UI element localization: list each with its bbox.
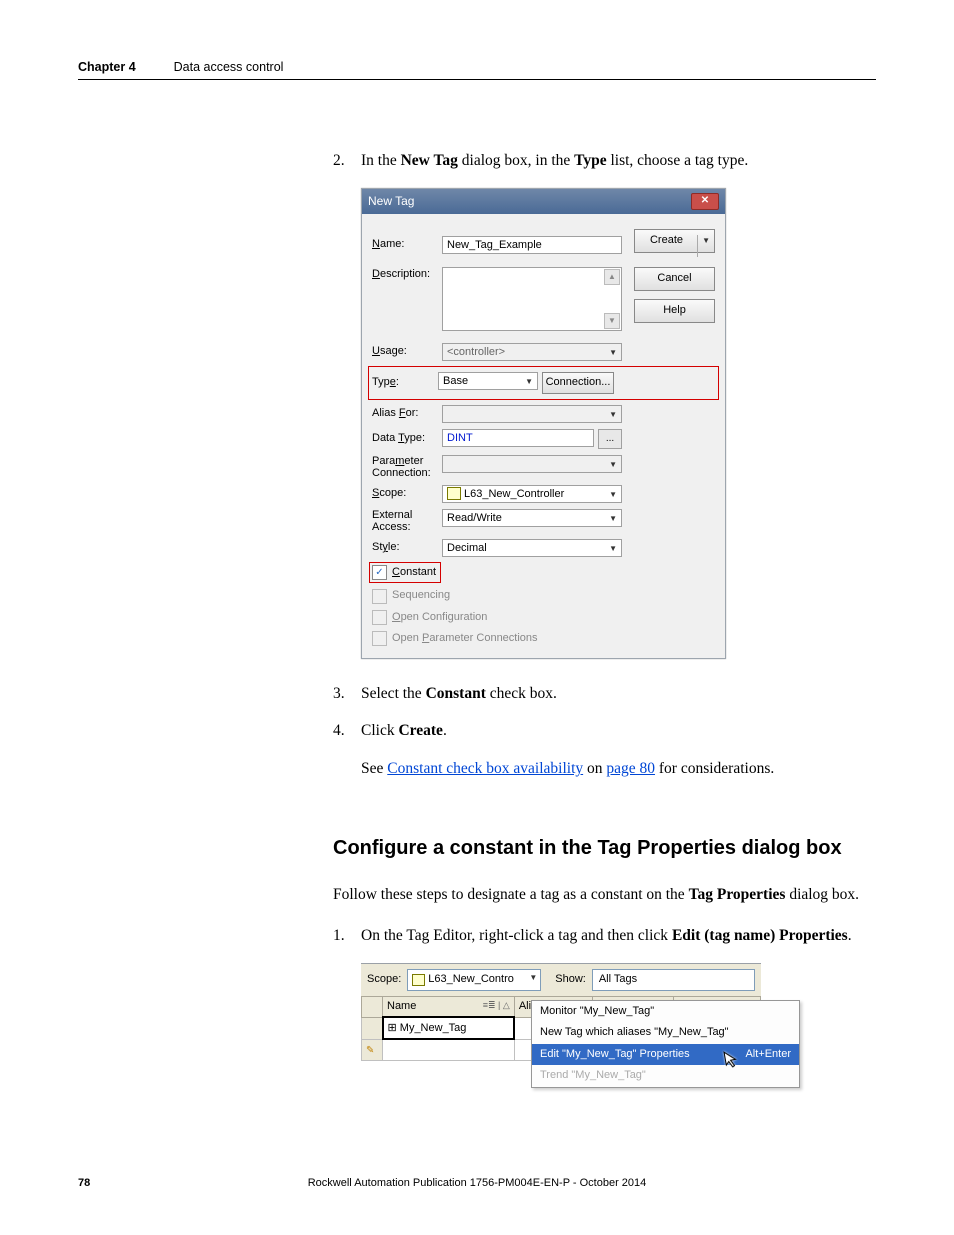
open-param-checkbox [372,631,387,646]
menu-new-alias[interactable]: New Tag which aliases "My_New_Tag" [532,1022,799,1043]
step-number: 1. [333,925,361,947]
bold: Constant [426,685,486,702]
scope-label: Scope: [372,486,442,501]
section-heading: Configure a constant in the Tag Properti… [333,834,876,862]
text: on [583,760,606,777]
step-number: 4. [333,720,361,742]
text: for considerations. [655,760,774,777]
text: See [361,760,387,777]
description-label: Description: [372,267,442,282]
scope-dropdown[interactable]: L63_New_Contro [407,969,541,991]
scope-label: Scope: [367,972,401,987]
constant-availability-link[interactable]: Constant check box availability [387,760,583,777]
datatype-input[interactable]: DINT [442,429,594,447]
text: Select the [361,685,426,702]
description-input[interactable]: ▲ ▼ [442,267,622,331]
usage-label: Usage: [372,344,442,359]
parameter-label: Parameter Connection: [372,455,442,479]
scroll-down-icon[interactable]: ▼ [604,313,620,329]
constant-highlight: ✓ Constant [370,563,440,582]
help-button[interactable]: Help [634,299,715,323]
step-4: 4. Click Create. [333,720,876,742]
menu-edit-properties[interactable]: Edit "My_New_Tag" PropertiesAlt+Enter [532,1044,799,1065]
name-label: Name: [372,237,442,252]
cancel-button[interactable]: Cancel [634,267,715,291]
controller-icon [447,487,461,500]
show-label: Show: [555,972,586,987]
external-access-dropdown[interactable]: Read/Write [442,509,622,527]
page-number: 78 [78,1177,90,1189]
bold: Tag Properties [689,886,786,903]
connection-button[interactable]: Connection... [542,372,614,394]
section-label: Data access control [174,60,284,74]
text: dialog box, in the [458,152,574,169]
step-number: 2. [333,150,361,172]
dialog-title-text: New Tag [368,193,414,210]
show-input[interactable]: All Tags [592,969,755,991]
parameter-dropdown [442,455,622,473]
scope-dropdown[interactable]: L63_New_Controller [442,485,622,503]
name-input[interactable] [442,236,622,254]
text: list, choose a tag type. [607,152,749,169]
bold: Edit (tag name) Properties [672,927,848,944]
text: . [443,722,447,739]
page-link[interactable]: page 80 [606,760,655,777]
external-access-label: External Access: [372,509,442,533]
text: On the Tag Editor, right-click a tag and… [361,927,672,944]
sequencing-label: Sequencing [392,588,450,603]
style-label: Style: [372,540,442,555]
bold: Type [574,152,606,169]
scroll-up-icon[interactable]: ▲ [604,269,620,285]
sequencing-checkbox [372,589,387,604]
chapter-label: Chapter 4 [78,60,136,74]
alias-label: Alias For: [372,406,442,421]
publication-info: Rockwell Automation Publication 1756-PM0… [308,1177,647,1189]
new-tag-dialog: New Tag ✕ Name: Create Description: ▲ ▼ [361,188,726,659]
open-param-label: Open Parameter Connections [392,631,538,646]
col-name[interactable]: Name ≡≣ | △ [383,997,515,1018]
text: check box. [486,685,557,702]
bold: Create [398,722,442,739]
open-config-label: Open Configuration [392,610,487,625]
style-dropdown[interactable]: Decimal [442,539,622,557]
text: In the [361,152,401,169]
menu-monitor[interactable]: Monitor "My_New_Tag" [532,1001,799,1022]
browse-button[interactable]: ... [598,429,622,449]
dialog-titlebar: New Tag ✕ [362,189,725,214]
menu-trend[interactable]: Trend "My_New_Tag" [532,1065,799,1086]
type-label: Type: [372,375,438,390]
page-footer: 78 Rockwell Automation Publication 1756-… [78,1177,876,1189]
close-icon[interactable]: ✕ [691,193,719,210]
tag-name: My_New_Tag [400,1022,467,1034]
usage-dropdown: <controller> [442,343,622,361]
step-2: 2. In the New Tag dialog box, in the Typ… [333,150,876,172]
see-line: See Constant check box availability on p… [361,758,876,780]
datatype-label: Data Type: [372,431,442,446]
bold: New Tag [401,152,458,169]
open-config-checkbox [372,610,387,625]
paragraph: Follow these steps to designate a tag as… [333,884,876,906]
pencil-icon: ✎ [366,1045,374,1056]
step-3: 3. Select the Constant check box. [333,683,876,705]
step-1b: 1. On the Tag Editor, right-click a tag … [333,925,876,947]
controller-icon [412,974,425,986]
sort-icon[interactable]: ≡≣ | △ [483,999,510,1012]
step-number: 3. [333,683,361,705]
constant-checkbox[interactable]: ✓ [372,565,387,580]
text: . [848,927,852,944]
context-menu: Monitor "My_New_Tag" New Tag which alias… [531,1000,800,1088]
text: dialog box. [785,886,859,903]
text: Follow these steps to designate a tag as… [333,886,689,903]
constant-label: Constant [392,565,436,580]
page-header: Chapter 4 Data access control [78,60,876,80]
create-button[interactable]: Create [634,229,715,253]
alias-dropdown [442,405,622,423]
type-dropdown[interactable]: Base [438,372,538,390]
tag-editor-screenshot: Scope: L63_New_Contro Show: All Tags Nam… [361,963,761,1061]
text: Click [361,722,398,739]
